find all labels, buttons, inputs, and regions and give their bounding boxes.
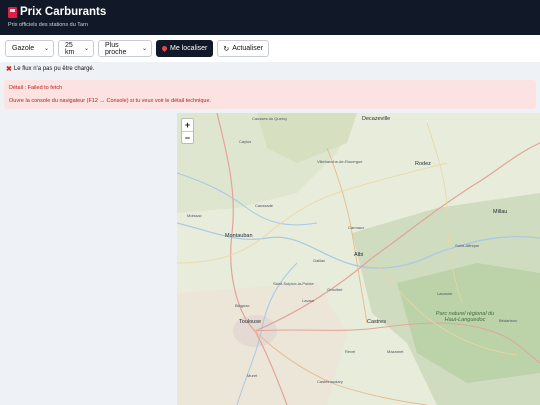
map-label: Graulhet bbox=[327, 287, 343, 292]
zoom-out-button[interactable]: − bbox=[182, 131, 193, 143]
map-label: Caylus bbox=[239, 139, 252, 144]
refresh-icon: ↻ bbox=[223, 45, 230, 53]
map-label: Carmaux bbox=[348, 225, 365, 230]
refresh-button[interactable]: ↻ Actualiser bbox=[217, 40, 269, 57]
fuel-pump-icon bbox=[8, 7, 17, 18]
map-label: Toulouse bbox=[239, 319, 262, 325]
app-subtitle: Prix officiels des stations du Tarn bbox=[8, 22, 88, 28]
map-label: Villefranche-de-Rouergue bbox=[317, 159, 363, 164]
chevron-down-icon: ⌄ bbox=[141, 46, 147, 52]
fuel-select[interactable]: Gazole ⌄ bbox=[5, 40, 54, 57]
map-label: Albi bbox=[354, 252, 364, 258]
map-tiles bbox=[177, 113, 540, 405]
map[interactable]: + − Causses du Quercy Decazeville Villef… bbox=[177, 113, 540, 405]
error-detail: Détail : Failed to fetch bbox=[9, 85, 63, 91]
map-label: Caussade bbox=[255, 203, 274, 208]
locate-button[interactable]: Me localiser bbox=[156, 40, 214, 57]
map-label: Millau bbox=[493, 209, 508, 215]
zoom-in-button[interactable]: + bbox=[182, 119, 193, 131]
map-label: Lacaune bbox=[437, 291, 453, 296]
zoom-control: + − bbox=[181, 118, 194, 144]
app-title-text: Prix Carburants bbox=[20, 6, 107, 18]
map-label: Saint-Affrique bbox=[455, 243, 480, 248]
locate-button-label: Me localiser bbox=[170, 45, 208, 52]
location-pin-icon bbox=[160, 44, 169, 53]
map-label: Lavaur bbox=[302, 298, 315, 303]
status-text: Le flux n'a pas pu être chargé. bbox=[13, 66, 95, 72]
map-label: Bédarieux bbox=[499, 318, 518, 323]
sort-select[interactable]: Plus proche ⌄ bbox=[98, 40, 152, 57]
chevron-down-icon: ⌄ bbox=[43, 46, 49, 52]
sort-select-value: Plus proche bbox=[105, 41, 127, 56]
map-label-park: Parc naturel régional du Haut-Languedoc bbox=[435, 311, 495, 323]
error-x-icon: ✖ bbox=[6, 66, 12, 73]
map-label: Revel bbox=[345, 349, 356, 354]
map-label: Decazeville bbox=[362, 116, 391, 122]
map-label: Castelnaudary bbox=[317, 379, 343, 384]
map-label: Castres bbox=[367, 319, 386, 325]
map-label: Saint-Sulpice-la-Pointe bbox=[273, 281, 314, 286]
map-label: Rodez bbox=[415, 161, 431, 167]
error-box: Détail : Failed to fetch Ouvre la consol… bbox=[4, 80, 536, 109]
toolbar: Gazole ⌄ 25 km ⌄ Plus proche ⌄ Me locali… bbox=[0, 35, 540, 62]
map-label: Muret bbox=[247, 373, 258, 378]
map-label: Blagnac bbox=[235, 303, 250, 308]
app-title: Prix Carburants bbox=[8, 5, 532, 20]
chevron-down-icon: ⌄ bbox=[83, 46, 89, 52]
map-label: Mazamet bbox=[387, 349, 404, 354]
error-hint: Ouvre la console du navigateur (F12 → Co… bbox=[9, 98, 212, 104]
map-label: Gaillac bbox=[313, 258, 326, 263]
map-label: Montauban bbox=[225, 233, 253, 239]
radius-select[interactable]: 25 km ⌄ bbox=[58, 40, 94, 57]
status-message: ✖ Le flux n'a pas pu être chargé. bbox=[6, 65, 94, 73]
fuel-select-value: Gazole bbox=[12, 45, 35, 52]
app-header: Prix Carburants Prix officiels des stati… bbox=[0, 0, 540, 35]
map-label: Causses du Quercy bbox=[252, 116, 288, 121]
refresh-button-label: Actualiser bbox=[232, 45, 263, 52]
radius-select-value: 25 km bbox=[65, 41, 75, 56]
map-label: Moissac bbox=[187, 213, 202, 218]
